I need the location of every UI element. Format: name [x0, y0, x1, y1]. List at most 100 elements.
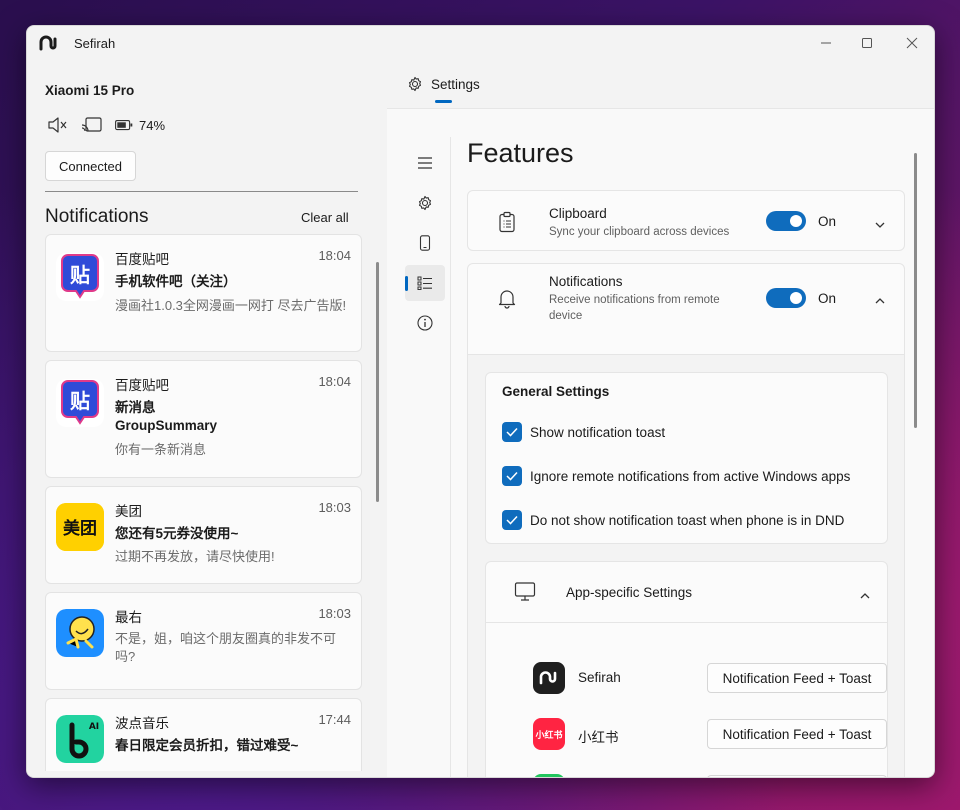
- bell-icon: [496, 287, 518, 314]
- clear-all-button[interactable]: Clear all: [301, 210, 349, 225]
- volume-muted-icon[interactable]: [47, 116, 69, 134]
- notification-time: 18:04: [318, 374, 351, 389]
- nav-general-gear-icon[interactable]: [405, 185, 445, 221]
- screen-mirror-icon[interactable]: [81, 116, 103, 134]
- chevron-down-icon[interactable]: [874, 216, 886, 234]
- maximize-button[interactable]: [852, 32, 882, 54]
- tab-selected-indicator: [435, 100, 452, 103]
- general-settings-title: General Settings: [502, 384, 610, 399]
- device-status-row: 74%: [47, 116, 165, 134]
- gear-icon: [407, 76, 423, 92]
- general-settings-card: General Settings Show notification toast…: [485, 372, 888, 544]
- sefirah-logo-icon: [39, 35, 59, 53]
- notification-card[interactable]: AI 波点音乐 17:44 春日限定会员折扣，错过难受~: [45, 698, 362, 771]
- app-icon: [533, 774, 565, 777]
- bodian-music-icon: AI: [56, 715, 104, 763]
- chevron-up-icon[interactable]: [859, 587, 871, 605]
- notification-mode-dropdown[interactable]: Notification Feed + Toast: [707, 719, 887, 749]
- option-label: Show notification toast: [530, 424, 666, 440]
- notification-body: 漫画社1.0.3全网漫画一网打 尽去广告版!: [115, 298, 347, 313]
- notification-mode-dropdown[interactable]: [707, 775, 887, 777]
- notifications-scrollbar[interactable]: [376, 262, 379, 502]
- app-specific-settings-card: App-specific Settings Sefirah Notificati…: [485, 561, 888, 777]
- notification-title: 春日限定会员折扣，错过难受~: [115, 738, 299, 753]
- notifications-setting-card[interactable]: Notifications Receive notifications from…: [467, 263, 905, 355]
- notification-app-name: 百度贴吧: [115, 378, 169, 393]
- notifications-title: Notifications: [549, 274, 623, 289]
- tab-settings[interactable]: Settings: [407, 76, 480, 92]
- divider: [45, 191, 358, 192]
- option-dnd[interactable]: Do not show notification toast when phon…: [502, 510, 844, 530]
- notifications-expanded-panel: General Settings Show notification toast…: [467, 355, 905, 777]
- notification-title: 您还有5元券没使用~: [115, 526, 239, 541]
- settings-scrollbar[interactable]: [914, 153, 917, 428]
- clipboard-toggle[interactable]: [766, 211, 806, 231]
- clipboard-setting-card[interactable]: Clipboard Sync your clipboard across dev…: [467, 190, 905, 251]
- notification-title: 新消息: [115, 400, 156, 415]
- option-label: Ignore remote notifications from active …: [530, 468, 851, 484]
- zuiyou-icon: [56, 609, 104, 657]
- nav-about-info-icon[interactable]: [405, 305, 445, 341]
- notification-time: 18:03: [318, 500, 351, 515]
- title-bar: Sefirah: [27, 26, 934, 60]
- close-button[interactable]: [897, 32, 927, 54]
- checkbox-checked-icon[interactable]: [502, 422, 522, 442]
- svg-text:AI: AI: [89, 722, 99, 732]
- notification-card[interactable]: 美团 美团 18:03 您还有5元券没使用~ 过期不再发放，请尽快使用!: [45, 486, 362, 584]
- battery-icon: [115, 119, 133, 131]
- notifications-header: Notifications: [45, 206, 149, 227]
- app-row-sefirah: Sefirah Notification Feed + Toast: [533, 662, 887, 694]
- app-row-partial: [533, 774, 887, 777]
- connected-button[interactable]: Connected: [45, 151, 136, 181]
- window-title: Sefirah: [74, 36, 116, 51]
- xiaohongshu-icon-text: 小红书: [535, 730, 563, 741]
- nav-separator: [450, 137, 451, 777]
- notification-list: 贴 百度贴吧 18:04 手机软件吧（关注） 漫画社1.0.3全网漫画一网打 尽…: [45, 234, 362, 771]
- notifications-toggle-label: On: [818, 291, 837, 306]
- baidu-tieba-icon: 贴: [56, 379, 104, 427]
- notification-app-name: 最右: [115, 610, 142, 625]
- svg-text:贴: 贴: [70, 263, 90, 287]
- notification-card[interactable]: 贴 百度贴吧 18:04 新消息 GroupSummary 你有一条新消息: [45, 360, 362, 478]
- option-ignore-active-apps[interactable]: Ignore remote notifications from active …: [502, 466, 850, 486]
- hamburger-menu-icon[interactable]: [405, 145, 445, 181]
- notification-card[interactable]: 贴 百度贴吧 18:04 手机软件吧（关注） 漫画社1.0.3全网漫画一网打 尽…: [45, 234, 362, 352]
- notification-app-name: 波点音乐: [115, 716, 169, 731]
- app-window: Sefirah Xiaomi 15 Pro 74% Connected Noti…: [26, 25, 935, 778]
- notification-body: 你有一条新消息: [115, 442, 207, 457]
- notification-body: 过期不再发放，请尽快使用!: [115, 549, 275, 564]
- app-row-name: Sefirah: [578, 670, 621, 685]
- notification-card[interactable]: 最右 18:03 不是，姐，咱这个朋友圈真的非发不可吗?: [45, 592, 362, 690]
- checkbox-checked-icon[interactable]: [502, 466, 522, 486]
- clipboard-icon: [496, 211, 518, 238]
- clipboard-title: Clipboard: [549, 206, 607, 221]
- nav-features-list-icon[interactable]: [405, 265, 445, 301]
- nav-selected-indicator: [405, 276, 408, 291]
- notification-mode-dropdown[interactable]: Notification Feed + Toast: [707, 663, 887, 693]
- settings-pane: Settings Features Clipboard Sync your cl…: [387, 60, 934, 777]
- notification-body: 不是，姐，咱这个朋友圈真的非发不可吗?: [115, 631, 337, 664]
- page-title: Features: [467, 138, 574, 168]
- notifications-toggle[interactable]: [766, 288, 806, 308]
- settings-content: Features Clipboard Sync your clipboard a…: [387, 108, 934, 777]
- option-label: Do not show notification toast when phon…: [530, 512, 845, 528]
- nav-device-phone-icon[interactable]: [405, 225, 445, 261]
- app-specific-title: App-specific Settings: [566, 585, 693, 600]
- svg-text:贴: 贴: [70, 389, 90, 413]
- notifications-description: Receive notifications from remote device: [549, 294, 720, 322]
- sefirah-app-icon: [533, 662, 565, 694]
- xiaohongshu-icon: 小红书: [533, 718, 565, 750]
- checkbox-checked-icon[interactable]: [502, 510, 522, 530]
- notification-time: 18:03: [318, 606, 351, 621]
- meituan-icon: 美团: [56, 503, 104, 551]
- app-specific-header[interactable]: App-specific Settings: [486, 562, 887, 623]
- notification-title: 手机软件吧（关注）: [115, 274, 237, 289]
- monitor-icon: [514, 581, 536, 608]
- notification-app-name: 百度贴吧: [115, 252, 169, 267]
- chevron-up-icon[interactable]: [874, 292, 886, 310]
- tab-bar: Settings: [387, 60, 934, 108]
- tab-settings-label: Settings: [431, 76, 480, 92]
- minimize-button[interactable]: [811, 32, 841, 54]
- option-show-toast[interactable]: Show notification toast: [502, 422, 665, 442]
- device-name: Xiaomi 15 Pro: [45, 83, 135, 98]
